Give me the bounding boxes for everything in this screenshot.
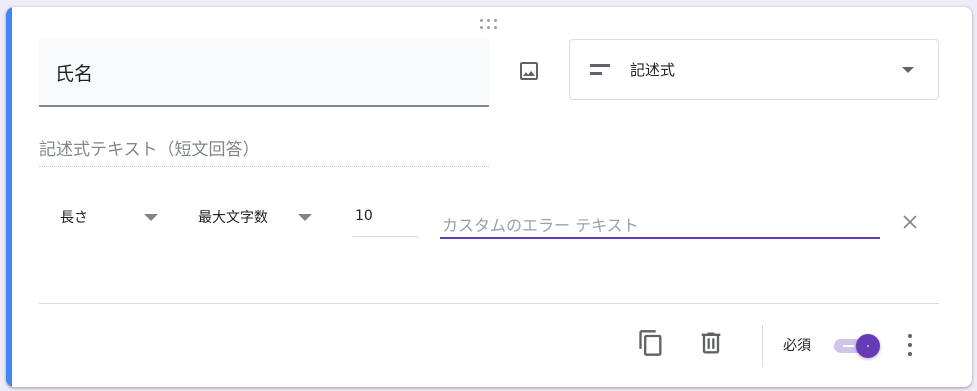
more-options-button[interactable] (896, 330, 924, 362)
validation-type-select[interactable]: 長さ (48, 203, 168, 233)
question-title: 氏名 (55, 63, 94, 85)
answer-preview: 記述式テキスト（短文回答） (39, 135, 489, 167)
question-card: 氏名 記述式 記述式テキスト（短文回答） 長さ 最大文字数 10 カスタムのエラ… (6, 7, 972, 387)
toggle-knob (856, 334, 880, 358)
custom-error-input[interactable]: カスタムのエラー テキスト (440, 207, 880, 239)
active-indicator (6, 7, 12, 387)
dropdown-arrow-icon (298, 214, 312, 221)
required-label: 必須 (783, 338, 811, 354)
close-icon (903, 215, 917, 229)
question-title-field[interactable]: 氏名 (39, 39, 489, 107)
question-type-label: 記述式 (630, 61, 676, 79)
image-icon (520, 62, 538, 80)
max-length-input[interactable]: 10 (353, 203, 419, 237)
validation-rule-select[interactable]: 最大文字数 (186, 203, 316, 233)
short-text-icon (590, 64, 610, 76)
remove-validation-button[interactable] (896, 208, 924, 236)
answer-placeholder: 記述式テキスト（短文回答） (39, 140, 260, 160)
max-length-value: 10 (355, 208, 373, 224)
add-image-button[interactable] (511, 53, 547, 89)
dropdown-arrow-icon (144, 214, 158, 221)
duplicate-button[interactable] (635, 327, 667, 359)
required-toggle[interactable] (834, 334, 880, 358)
drag-handle-icon[interactable] (480, 17, 500, 31)
footer-divider (39, 303, 939, 304)
validation-rule-label: 最大文字数 (198, 210, 268, 226)
question-type-select[interactable]: 記述式 (569, 39, 939, 100)
trash-icon (701, 332, 721, 354)
copy-icon (639, 330, 662, 356)
delete-button[interactable] (695, 327, 727, 359)
validation-type-label: 長さ (60, 210, 88, 226)
dropdown-arrow-icon (902, 67, 914, 73)
footer-separator (762, 325, 763, 367)
custom-error-placeholder: カスタムのエラー テキスト (442, 216, 639, 235)
